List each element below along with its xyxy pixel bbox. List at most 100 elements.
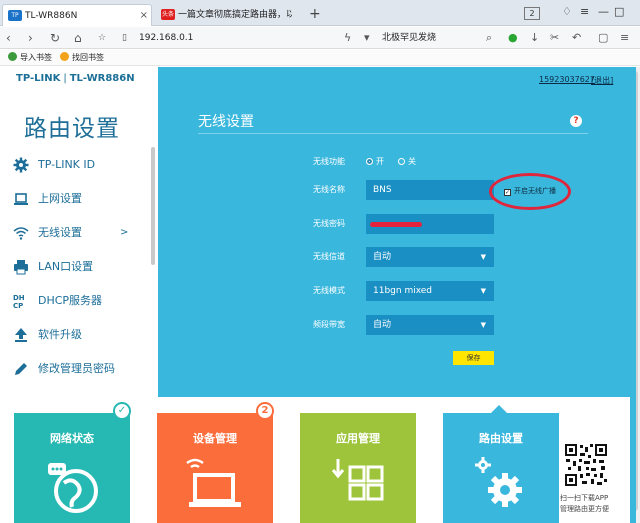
home-icon[interactable]: ⌂	[74, 30, 82, 46]
tile-label: 网络状态	[14, 430, 130, 446]
sidebar-item-label: LAN口设置	[38, 252, 93, 282]
tab-article[interactable]: 头条 一篇文章彻底搞定路由器，以TP-LINK	[156, 4, 306, 26]
user-account-link[interactable]: 15923037627	[539, 75, 595, 84]
chevron-right-icon: >	[120, 218, 128, 248]
radio-unselected-icon	[398, 158, 405, 165]
bandwidth-select[interactable]: 自动▼	[366, 315, 494, 335]
sidebar-item-upgrade[interactable]: 软件升级	[0, 320, 150, 350]
reload-icon[interactable]: ↻	[50, 30, 60, 46]
ssid-input[interactable]: BNS	[366, 180, 494, 200]
dropdown-caret-icon: ▼	[481, 247, 486, 267]
sidebar-item-label: 上网设置	[38, 184, 82, 214]
gear-icon	[13, 157, 29, 173]
search-field[interactable]: 北极罕见发烧	[382, 30, 436, 46]
ssid-label: 无线名称	[313, 183, 345, 197]
clipboard-icon[interactable]: ▢	[598, 30, 608, 46]
wireless-off-radio[interactable]: 关	[398, 155, 416, 169]
laptop-wifi-icon	[185, 455, 245, 515]
sidebar-item-dhcp[interactable]: DHCP DHCP服务器	[0, 286, 150, 316]
shirt-icon[interactable]: ♢	[562, 5, 572, 19]
svg-text:CP: CP	[13, 302, 23, 309]
tile-router-settings[interactable]: 路由设置	[443, 413, 559, 523]
mode-select[interactable]: 11bgn mixed▼	[366, 281, 494, 301]
browser-window: TP TL-WR886N × 头条 一篇文章彻底搞定路由器，以TP-LINK +…	[0, 0, 640, 523]
qr-caption-line: 扫一扫下载APP	[560, 493, 609, 504]
dropdown-caret-icon: ▼	[481, 281, 486, 301]
tab-title: TL-WR886N	[25, 5, 137, 26]
help-icon[interactable]: ?	[570, 115, 582, 127]
tile-device-management[interactable]: 设备管理	[157, 413, 273, 523]
radio-label: 开	[376, 157, 384, 166]
tile-network-status[interactable]: 网络状态	[14, 413, 130, 523]
svg-text:DH: DH	[13, 294, 25, 302]
qr-code-icon	[564, 443, 608, 487]
tab-router[interactable]: TP TL-WR886N ×	[2, 4, 152, 26]
pin-icon[interactable]: ☆	[98, 30, 106, 46]
bandwidth-label: 频段带宽	[313, 318, 345, 332]
search-icon[interactable]: ⌕	[486, 30, 492, 46]
menu-icon[interactable]: ≡	[620, 30, 629, 46]
tile-label: 应用管理	[300, 430, 416, 446]
active-tile-pointer	[491, 405, 507, 413]
radio-selected-icon	[366, 158, 373, 165]
globe-chat-icon	[42, 455, 102, 515]
tile-app-management[interactable]: 应用管理	[300, 413, 416, 523]
star-icon	[60, 52, 69, 61]
tab-strip: TP TL-WR886N × 头条 一篇文章彻底搞定路由器，以TP-LINK +…	[0, 0, 640, 26]
undo-icon[interactable]: ↶	[572, 30, 581, 46]
sidebar-item-label: 修改管理员密码	[38, 354, 115, 384]
sidebar-scrollbar[interactable]	[151, 147, 155, 265]
checkbox-checked-icon: ✓	[504, 189, 511, 196]
sidebar: TP-LINK|TL-WR886N 路由设置 TP-LINK ID 上网设置 无…	[0, 67, 158, 397]
channel-label: 无线信道	[313, 250, 345, 264]
checkbox-label: 开启无线广播	[514, 187, 556, 195]
qr-caption-line: 管理路由更方便	[560, 504, 609, 515]
back-icon[interactable]: ‹	[6, 30, 11, 46]
chat-icon[interactable]: ●	[508, 30, 518, 46]
url-field[interactable]: 192.168.0.1	[139, 30, 193, 46]
router-page: TP-LINK|TL-WR886N 路由设置 TP-LINK ID 上网设置 无…	[0, 67, 636, 523]
count-badge: 2	[256, 402, 274, 420]
upload-icon	[13, 327, 29, 343]
close-icon[interactable]: ×	[140, 5, 148, 26]
tab-count-badge[interactable]: 2	[524, 7, 540, 20]
toutiao-favicon-icon: 头条	[161, 9, 175, 20]
bandwidth-value: 自动	[373, 320, 391, 330]
tile-label: 路由设置	[443, 430, 559, 446]
bookmarks-bar: 导入书签 找回书签	[0, 50, 640, 66]
address-bar: ‹ › ↻ ⌂ ☆ ▯ 192.168.0.1 ϟ ▾ 北极罕见发烧 ⌕ ● ↓…	[0, 27, 640, 49]
lightning-icon[interactable]: ϟ	[344, 30, 351, 46]
bookmark-label: 找回书签	[72, 53, 104, 62]
sidebar-item-lan[interactable]: LAN口设置	[0, 252, 150, 282]
sidebar-item-label: 软件升级	[38, 320, 82, 350]
save-button[interactable]: 保存	[453, 351, 494, 365]
wireless-on-radio[interactable]: 开	[366, 155, 384, 169]
pencil-icon	[13, 361, 29, 377]
password-input[interactable]	[366, 214, 494, 234]
apps-grid-icon	[328, 455, 388, 515]
logo-brand: TP-LINK	[16, 73, 60, 84]
broadcast-checkbox[interactable]: ✓开启无线广播	[504, 185, 556, 197]
sidebar-item-label: DHCP服务器	[38, 286, 102, 316]
tplink-favicon-icon: TP	[8, 10, 22, 21]
minimize-icon[interactable]: —	[598, 5, 609, 19]
sidebar-item-tplink-id[interactable]: TP-LINK ID	[0, 150, 150, 180]
sidebar-item-internet[interactable]: 上网设置	[0, 184, 150, 214]
dropdown-icon[interactable]: ▾	[364, 30, 370, 46]
title-divider	[198, 133, 588, 134]
forward-icon[interactable]: ›	[28, 30, 33, 46]
menu-icon[interactable]: ≡	[580, 5, 589, 19]
qr-caption: 扫一扫下载APP 管理路由更方便	[560, 493, 609, 515]
maximize-icon[interactable]: □	[614, 5, 624, 19]
wireless-function-label: 无线功能	[313, 155, 345, 169]
bookmark-import[interactable]: 导入书签	[8, 50, 52, 66]
check-badge-icon: ✓	[113, 402, 131, 420]
sidebar-item-wireless[interactable]: 无线设置 >	[0, 218, 150, 248]
scissors-icon[interactable]: ✂	[550, 30, 559, 46]
sidebar-item-admin-password[interactable]: 修改管理员密码	[0, 354, 150, 384]
logout-link[interactable]: [退出]	[591, 75, 613, 86]
new-tab-button[interactable]: +	[309, 5, 321, 23]
bookmark-recover[interactable]: 找回书签	[60, 50, 104, 66]
channel-select[interactable]: 自动▼	[366, 247, 494, 267]
download-icon[interactable]: ↓	[530, 30, 539, 46]
